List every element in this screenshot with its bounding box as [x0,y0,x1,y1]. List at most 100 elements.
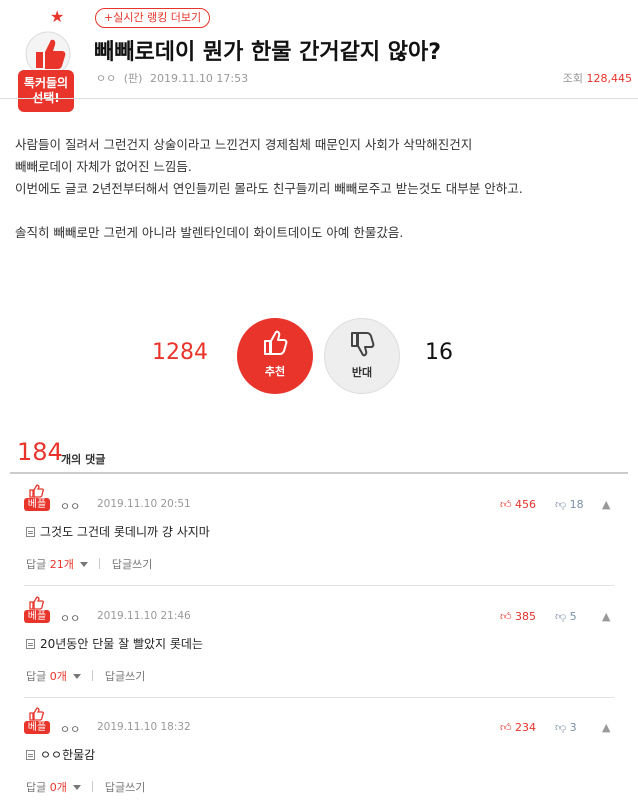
thumbs-up-icon: 👍︎ [500,498,512,511]
comment-actions: 답글 0개 답글쓰기 [26,668,145,684]
talkers-choice-label: 톡커들의 선택! [18,70,74,112]
comment-dislike-button[interactable]: 👎︎ 5 [555,610,577,623]
report-icon[interactable]: ▲ [602,721,610,734]
badge-line1: 톡커들의 [23,76,69,90]
comment-actions: 답글 21개 답글쓰기 [26,556,152,572]
reply-toggle[interactable]: 답글 0개 [26,670,81,683]
divider [92,781,94,792]
reply-unit: 개 [56,670,67,683]
comment-author[interactable]: ㅇㅇ [60,721,80,737]
comment-actions: 답글 0개 답글쓰기 [26,779,145,795]
views-number: 128,445 [586,72,633,85]
comment-date: 2019.11.10 18:32 [97,721,191,733]
post-board: (판) [123,72,143,85]
thumbs-down-icon [351,332,375,357]
star-icon: ★ [50,7,65,26]
comment-dislike-button[interactable]: 👎︎ 18 [555,498,584,511]
comment-like-count: 234 [515,721,536,734]
chevron-down-icon [72,785,81,790]
document-icon [26,527,35,537]
comment-dislike-count: 3 [569,721,577,734]
comment-dislike-count: 5 [569,610,577,623]
best-tag: 베플 [24,498,50,511]
comment-author[interactable]: ㅇㅇ [60,498,80,514]
reply-toggle[interactable]: 답글 0개 [26,781,81,794]
thumbs-up-icon [29,484,45,498]
comment-date: 2019.11.10 21:46 [97,610,191,622]
upvote-count: 1284 [152,340,208,365]
best-comment-badge: 베플 [24,707,50,735]
comment-item: 베플 ㅇㅇ 2019.11.10 20:51 👍︎ 456 👎︎ 18 ▲ 그것… [24,476,614,586]
post-line: 빼빼로데이 자체가 없어진 느낌듬. [15,159,192,174]
downvote-count: 16 [425,340,453,365]
comment-item: 베플 ㅇㅇ 2019.11.10 21:46 👍︎ 385 👎︎ 5 ▲ 20년… [24,588,614,698]
comment-like-count: 456 [515,498,536,511]
downvote-label: 반대 [351,366,373,379]
comment-count: 184 [17,438,63,466]
comment-item: 베플 ㅇㅇ 2019.11.10 18:32 👍︎ 234 👎︎ 3 ▲ ㅇㅇ한… [24,699,614,808]
upvote-button[interactable]: 추천 [237,318,313,394]
comment-text: ㅇㅇ한물감 [26,746,95,763]
report-icon[interactable]: ▲ [602,610,610,623]
comments-divider [10,472,628,474]
post-datetime: 2019.11.10 17:53 [149,72,249,85]
chevron-down-icon [79,562,88,567]
write-reply-button[interactable]: 답글쓰기 [112,558,152,571]
comment-like-button[interactable]: 👍︎ 385 [500,610,536,623]
reply-label: 답글 [26,670,47,683]
thumbs-down-icon: 👎︎ [555,498,567,511]
thumbs-down-icon: 👎︎ [555,721,567,734]
reply-label: 답글 [26,558,47,571]
post-line: 솔직히 빼빼로만 그런게 아니라 발렌타인데이 화이트데이도 아예 한물갔음. [15,225,404,240]
write-reply-button[interactable]: 답글쓰기 [105,781,145,794]
reply-toggle[interactable]: 답글 21개 [26,558,88,571]
comment-like-button[interactable]: 👍︎ 456 [500,498,536,511]
comment-like-button[interactable]: 👍︎ 234 [500,721,536,734]
view-count: 조회 128,445 [563,70,632,86]
thumbs-up-icon [264,330,288,355]
realtime-ranking-link[interactable]: +실시간 랭킹 더보기 [95,8,211,28]
best-comment-badge: 베플 [24,484,50,512]
post-line: 사람들이 질려서 그런건지 상술이라고 느낀건지 경제침체 때문인지 사회가 삭… [15,137,473,152]
reply-count: 0 [49,670,57,683]
divider [99,558,101,569]
comment-date: 2019.11.10 20:51 [97,498,191,510]
best-tag: 베플 [24,721,50,734]
comment-body: 그것도 그건데 롯데니까 걍 사지마 [40,525,210,539]
talkers-choice-badge: ★ 톡커들의 선택! [12,7,78,112]
comment-text: 20년동안 단물 잘 빨았지 롯데는 [26,635,203,652]
chevron-down-icon [72,674,81,679]
post-line: 이번에도 글코 2년전부터해서 연인들끼린 몰라도 친구들끼리 빼빼로주고 받는… [15,181,523,196]
thumbs-down-icon: 👎︎ [555,610,567,623]
report-icon[interactable]: ▲ [602,498,610,511]
write-reply-button[interactable]: 답글쓰기 [105,670,145,683]
downvote-button[interactable]: 반대 [324,318,400,394]
best-comment-badge: 베플 [24,596,50,624]
document-icon [26,750,35,760]
best-tag: 베플 [24,610,50,623]
comment-like-count: 385 [515,610,536,623]
reply-count: 0 [49,781,57,794]
document-icon [26,639,35,649]
upvote-label: 추천 [264,365,286,378]
thumbs-up-icon [29,596,45,610]
comment-body: 20년동안 단물 잘 빨았지 롯데는 [40,637,204,651]
page-title: 빼빼로데이 뭔가 한물 간거같지 않아? [94,40,441,65]
comment-text: 그것도 그건데 롯데니까 걍 사지마 [26,523,210,540]
comment-author[interactable]: ㅇㅇ [60,610,80,626]
divider [92,670,94,681]
post-meta: ㅇㅇ (판) 2019.11.10 17:53 [96,70,252,86]
thumbs-up-icon: 👍︎ [500,610,512,623]
comment-count-label: 개의 댓글 [61,453,106,466]
header-divider [0,98,638,99]
thumbs-up-icon: 👍︎ [500,721,512,734]
post-author[interactable]: ㅇㅇ [96,72,116,85]
post-content: 사람들이 질려서 그런건지 상술이라고 느낀건지 경제침체 때문인지 사회가 삭… [15,134,625,244]
comment-body: ㅇㅇ한물감 [40,748,96,762]
reply-label: 답글 [26,781,47,794]
thumbs-up-icon [29,707,45,721]
comment-dislike-button[interactable]: 👎︎ 3 [555,721,577,734]
views-label: 조회 [562,72,583,85]
comment-dislike-count: 18 [569,498,584,511]
post-line [15,200,625,222]
